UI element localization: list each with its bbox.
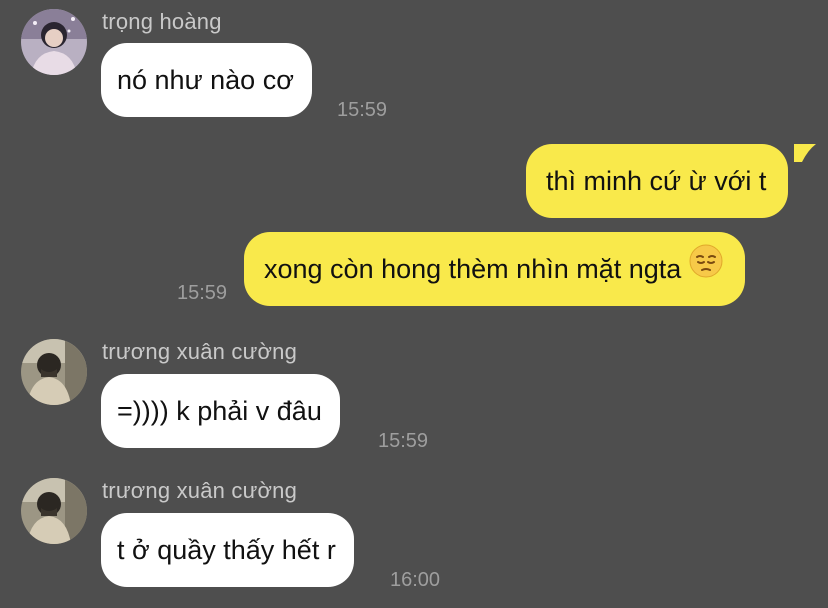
message-bubble[interactable]: thì minh cứ ừ với t xyxy=(526,144,789,218)
message-text: =)))) k phải v đâu xyxy=(117,396,322,426)
message-time: 15:59 xyxy=(177,282,228,304)
message-text: nó như nào cơ xyxy=(117,65,294,95)
message-text: t ở quầy thấy hết r xyxy=(117,535,336,565)
sender-name: trương xuân cường xyxy=(102,339,298,364)
message-text: thì minh cứ ừ với t xyxy=(546,166,767,196)
message-time: 16:00 xyxy=(390,569,441,591)
avatar-truong-xuan-cuong[interactable] xyxy=(21,478,87,544)
pensive-face-icon xyxy=(689,232,723,306)
message-time: 15:59 xyxy=(337,99,388,121)
message-text: xong còn hong thèm nhìn mặt ngta xyxy=(264,254,682,284)
sender-name: trương xuân cường xyxy=(102,478,298,503)
message-time: 15:59 xyxy=(378,430,429,452)
message-bubble[interactable]: t ở quầy thấy hết r xyxy=(101,513,354,587)
avatar-truong-xuan-cuong[interactable] xyxy=(21,339,87,405)
bubble-tail-icon xyxy=(794,144,816,162)
message-bubble[interactable]: xong còn hong thèm nhìn mặt ngta xyxy=(244,232,746,306)
message-bubble[interactable]: nó như nào cơ xyxy=(101,43,312,117)
message-bubble[interactable]: =)))) k phải v đâu xyxy=(101,374,340,448)
avatar-trong-hoang[interactable] xyxy=(21,9,87,75)
sender-name: trọng hoàng xyxy=(102,9,222,34)
